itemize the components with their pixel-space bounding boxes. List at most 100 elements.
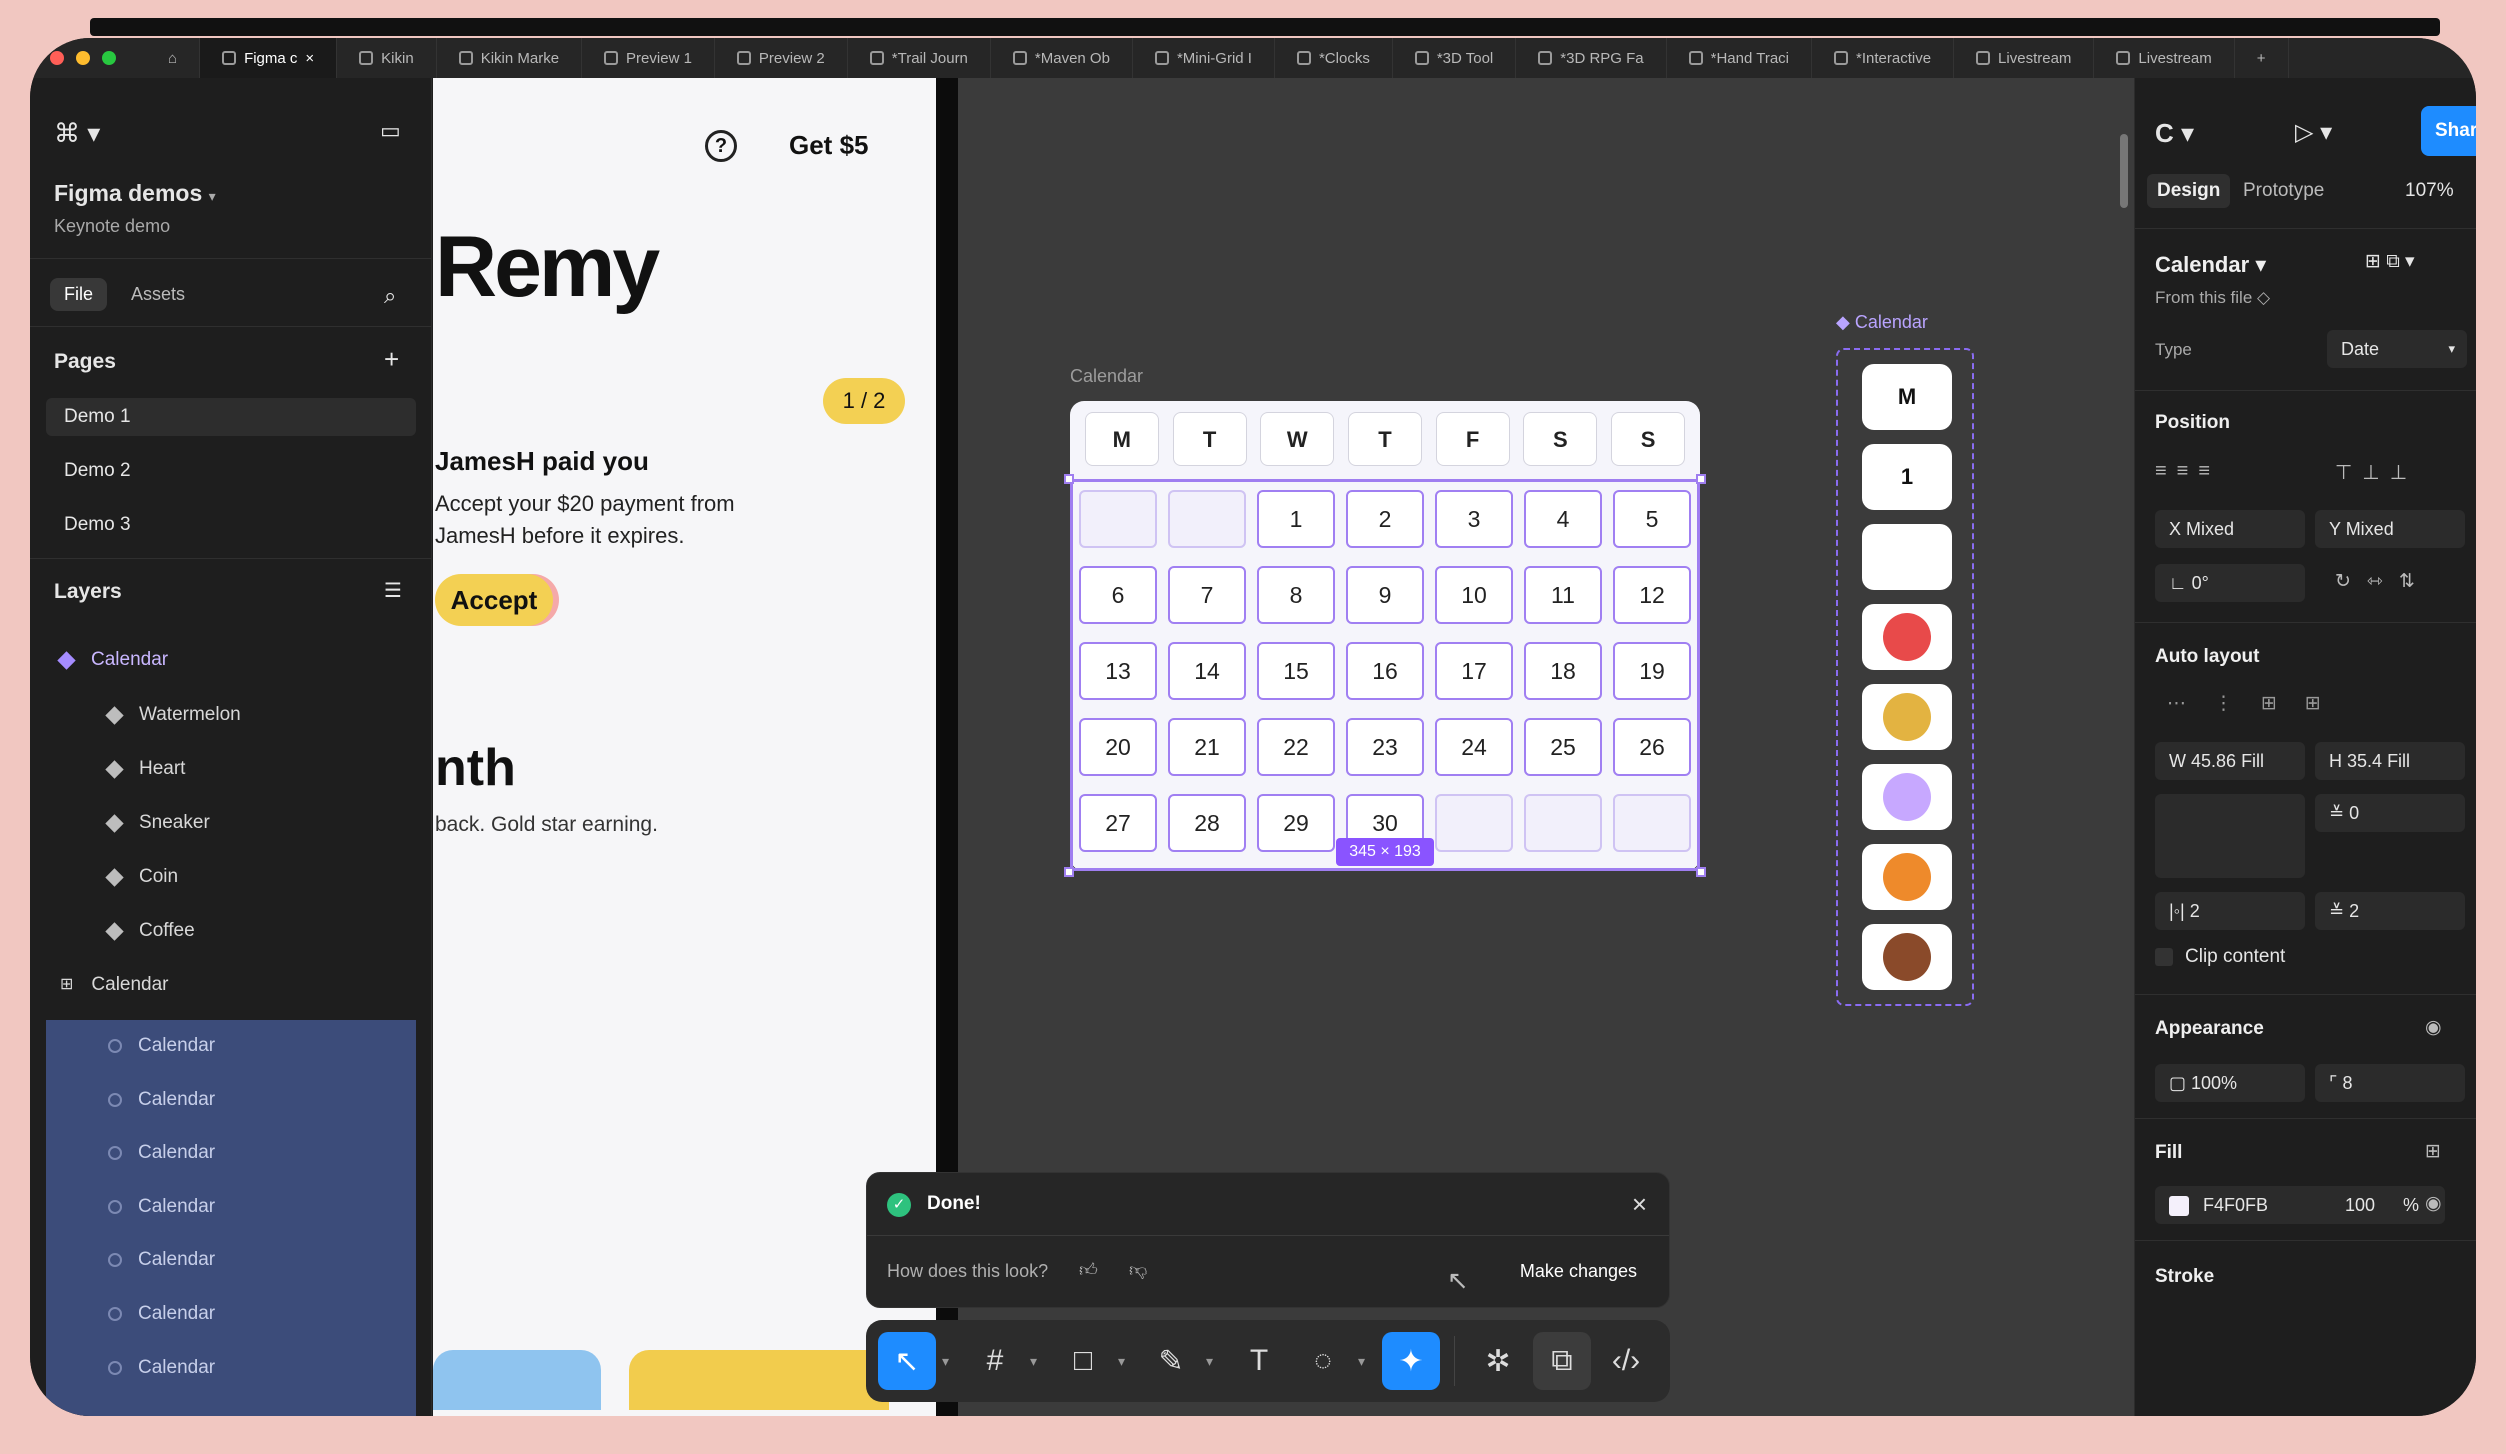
file-tab[interactable]: *Maven Ob	[991, 38, 1133, 78]
date-cell[interactable]: 20	[1079, 718, 1157, 776]
date-cell[interactable]: 6	[1079, 566, 1157, 624]
layout-direction-icons[interactable]: ⋯⋮⊞⊞	[2167, 692, 2349, 715]
file-tab[interactable]: *Trail Journ	[848, 38, 991, 78]
calendar-variant[interactable]: M	[1862, 364, 1952, 430]
component-label[interactable]: ◆ Calendar	[1836, 312, 1928, 333]
fill-field[interactable]: F4F0FB 100%	[2155, 1186, 2445, 1224]
page-item[interactable]: Demo 1	[46, 398, 416, 436]
present-icon[interactable]: ▷ ▾	[2295, 118, 2332, 147]
date-cell[interactable]: 12	[1613, 566, 1691, 624]
resize-handle[interactable]	[1064, 474, 1074, 484]
y-field[interactable]: Y Mixed	[2315, 510, 2465, 548]
calendar-variant[interactable]	[1862, 924, 1952, 990]
date-cell[interactable]	[1524, 794, 1602, 852]
zoom-window-button[interactable]	[102, 51, 116, 65]
vertical-padding-field[interactable]: ≚ 2	[2315, 892, 2465, 930]
rotation-field[interactable]: ∟ 0°	[2155, 564, 2305, 602]
date-cell[interactable]: 23	[1346, 718, 1424, 776]
date-cell[interactable]: 18	[1524, 642, 1602, 700]
tab-design[interactable]: Design	[2147, 174, 2231, 208]
project-name[interactable]: Figma demos ▾	[54, 180, 216, 207]
horizontal-padding-field[interactable]: |◦| 2	[2155, 892, 2305, 930]
calendar-variant[interactable]	[1862, 844, 1952, 910]
component-actions-icon[interactable]: ⊞ ⧉ ▾	[2365, 250, 2415, 273]
date-cell[interactable]	[1168, 490, 1246, 548]
date-cell[interactable]: 14	[1168, 642, 1246, 700]
date-cell[interactable]: 22	[1257, 718, 1335, 776]
calendar-component-set[interactable]: M1	[1836, 348, 1974, 1006]
chevron-down-icon[interactable]: ▾	[1358, 1353, 1376, 1370]
code-icon[interactable]: ‹/›	[1597, 1332, 1655, 1390]
corner-radius-field[interactable]: ⌜ 8	[2315, 1064, 2465, 1102]
component-name[interactable]: Calendar ▾	[2155, 252, 2266, 278]
date-cell[interactable]: 26	[1613, 718, 1691, 776]
date-cell[interactable]: 25	[1524, 718, 1602, 776]
date-cell[interactable]: 29	[1257, 794, 1335, 852]
text-tool-icon[interactable]: T	[1230, 1332, 1288, 1390]
date-cell[interactable]: 8	[1257, 566, 1335, 624]
new-tab-button[interactable]: +	[2235, 38, 2289, 78]
resize-handle[interactable]	[1696, 867, 1706, 877]
canvas-scrollbar[interactable]	[2120, 134, 2128, 208]
file-tab[interactable]: *Clocks	[1275, 38, 1393, 78]
file-tab[interactable]: Kikin Marke	[437, 38, 583, 78]
layer-calendar-instance[interactable]: Calendar	[46, 1294, 416, 1334]
date-cell[interactable]	[1613, 794, 1691, 852]
file-tab[interactable]: Preview 1	[582, 38, 715, 78]
file-tab[interactable]: *3D RPG Fa	[1516, 38, 1667, 78]
make-changes-button[interactable]: Make changes	[1506, 1253, 1651, 1290]
add-page-icon[interactable]: +	[384, 344, 399, 375]
width-field[interactable]: W 45.86 Fill	[2155, 742, 2305, 780]
file-tab[interactable]: Livestream	[2094, 38, 2235, 78]
layer-heart[interactable]: Heart	[46, 749, 416, 789]
opacity-field[interactable]: ▢ 100%	[2155, 1064, 2305, 1102]
chevron-down-icon[interactable]: ▾	[1030, 1353, 1048, 1370]
date-cell[interactable]: 24	[1435, 718, 1513, 776]
file-tab[interactable]: Preview 2	[715, 38, 848, 78]
calendar-variant[interactable]	[1862, 604, 1952, 670]
layer-calendar-instance[interactable]: Calendar	[46, 1026, 416, 1066]
file-tab[interactable]: Figma c ×	[200, 38, 338, 78]
date-cell[interactable]: 10	[1435, 566, 1513, 624]
gap-field[interactable]: ≚ 0	[2315, 794, 2465, 832]
tab-assets[interactable]: Assets	[117, 278, 199, 311]
align-vertical-icons[interactable]: ⊤⊥⊥	[2335, 460, 2417, 485]
alignment-grid[interactable]	[2155, 794, 2305, 878]
file-tab[interactable]: *Mini-Grid I	[1133, 38, 1275, 78]
frame-label[interactable]: Calendar	[1070, 366, 1143, 387]
date-cell[interactable]: 5	[1613, 490, 1691, 548]
layer-calendar-instance[interactable]: Calendar	[46, 1348, 416, 1388]
date-cell[interactable]	[1079, 490, 1157, 548]
date-cell[interactable]: 2	[1346, 490, 1424, 548]
layers-options-icon[interactable]: ☰	[384, 578, 402, 603]
layer-sneaker[interactable]: Sneaker	[46, 803, 416, 843]
frame-tool-icon[interactable]: #	[966, 1332, 1024, 1390]
date-cell[interactable]: 11	[1524, 566, 1602, 624]
date-cell[interactable]: 1	[1257, 490, 1335, 548]
ai-tool-icon[interactable]: ✦	[1382, 1332, 1440, 1390]
eye-icon[interactable]: ◉	[2425, 1016, 2442, 1039]
pen-tool-icon[interactable]: ✎	[1142, 1332, 1200, 1390]
date-cell[interactable]: 7	[1168, 566, 1246, 624]
chevron-down-icon[interactable]: ▾	[1206, 1353, 1224, 1370]
figma-menu-icon[interactable]: ⌘ ▾	[54, 118, 100, 149]
tab-file[interactable]: File	[50, 278, 108, 311]
figma-logo-icon[interactable]: C ▾	[2155, 118, 2194, 149]
calendar-variant[interactable]	[1862, 524, 1952, 590]
height-field[interactable]: H 35.4 Fill	[2315, 742, 2465, 780]
calendar-variant[interactable]	[1862, 684, 1952, 750]
file-tab[interactable]: *Hand Traci	[1667, 38, 1812, 78]
close-tab-icon[interactable]: ×	[305, 50, 314, 67]
date-cell[interactable]: 13	[1079, 642, 1157, 700]
date-cell[interactable]: 9	[1346, 566, 1424, 624]
clip-content-checkbox[interactable]: Clip content	[2155, 946, 2285, 968]
close-icon[interactable]: ×	[1632, 1189, 1647, 1220]
fill-swatch[interactable]	[2169, 1196, 2189, 1217]
date-cell[interactable]: 15	[1257, 642, 1335, 700]
date-cell[interactable]: 27	[1079, 794, 1157, 852]
layer-calendar-frame[interactable]: ⊞ Calendar	[46, 965, 416, 1005]
resize-handle[interactable]	[1696, 474, 1706, 484]
layer-calendar-instance[interactable]: Calendar	[46, 1133, 416, 1173]
layer-calendar-component[interactable]: Calendar	[46, 640, 416, 680]
date-cell[interactable]: 3	[1435, 490, 1513, 548]
